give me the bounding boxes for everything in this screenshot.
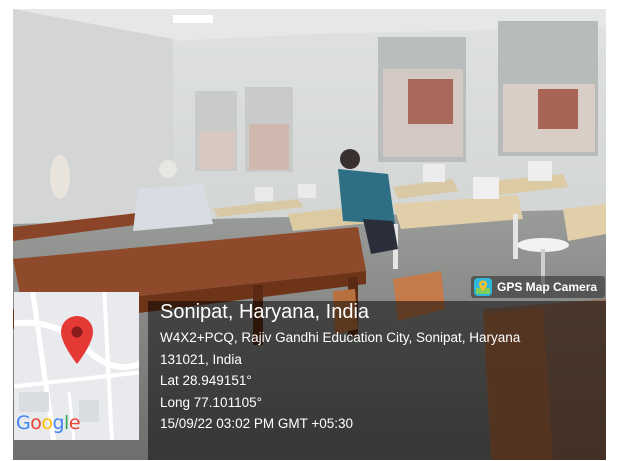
gps-map-camera-badge: GPS Map Camera xyxy=(471,276,606,298)
location-title: Sonipat, Haryana, India xyxy=(160,301,370,323)
map-thumbnail: Google xyxy=(14,292,139,440)
timestamp: 15/09/22 03:02 PM GMT +05:30 xyxy=(160,416,354,431)
google-logo: Google xyxy=(16,412,81,434)
latitude: Lat 28.949151° xyxy=(160,373,252,388)
google-logo-letter: o xyxy=(30,412,42,434)
google-logo-letter: e xyxy=(68,412,81,434)
address-line-1: W4X2+PCQ, Rajiv Gandhi Education City, S… xyxy=(160,330,521,345)
google-logo-letter: G xyxy=(16,412,31,434)
google-logo-letter: g xyxy=(52,412,65,434)
gps-map-camera-label: GPS Map Camera xyxy=(497,280,598,294)
longitude: Long 77.101105° xyxy=(160,394,262,410)
address-line-2: 131021, India xyxy=(160,351,242,367)
google-logo-letter: o xyxy=(41,412,53,434)
location-details: Sonipat, Haryana, India W4X2+PCQ, Rajiv … xyxy=(160,299,520,435)
gps-map-camera-icon xyxy=(474,278,492,296)
